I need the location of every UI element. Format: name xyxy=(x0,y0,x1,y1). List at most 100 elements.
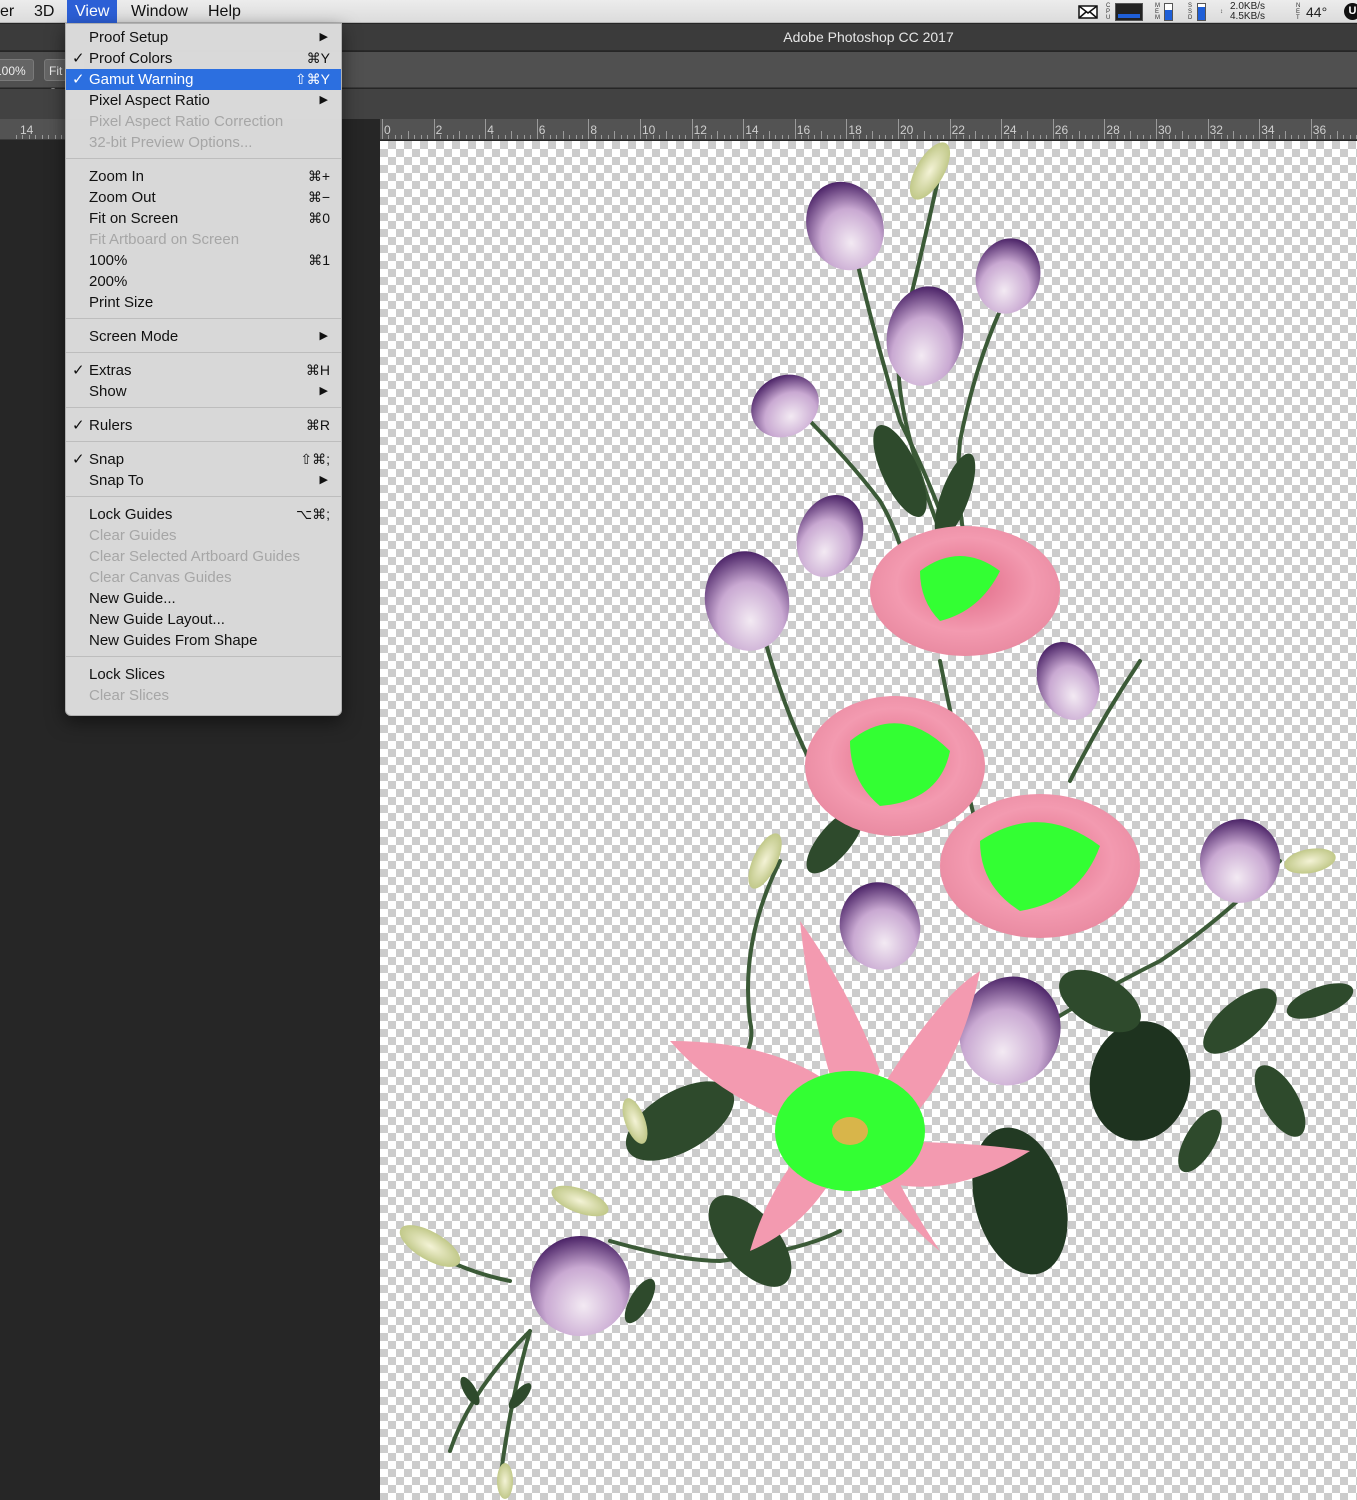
ruler-minor-tick xyxy=(1027,131,1028,139)
cpu-monitor[interactable]: CPU xyxy=(1106,0,1143,23)
menu-item-show[interactable]: Show ▶ xyxy=(66,381,341,402)
submenu-arrow-icon: ▶ xyxy=(319,330,328,342)
menu-3d[interactable]: 3D xyxy=(26,0,62,23)
ruler-major-tick xyxy=(1104,119,1106,139)
menu-item-clear-selected-artboard-guides: Clear Selected Artboard Guides xyxy=(66,546,341,567)
menu-layer-partial[interactable]: er xyxy=(0,0,22,23)
menu-item-label: Clear Selected Artboard Guides xyxy=(89,548,300,565)
ruler-minor-tick xyxy=(1343,135,1345,139)
menu-window[interactable]: Window xyxy=(123,0,196,23)
ruler-minor-tick xyxy=(407,131,409,139)
submenu-arrow-icon: ▶ xyxy=(319,474,328,486)
menu-item-extras[interactable]: ✓ Extras ⌘H xyxy=(66,360,341,381)
menu-item-lock-guides[interactable]: Lock Guides ⌥⌘; xyxy=(66,504,341,525)
ruler-minor-tick xyxy=(1336,131,1338,139)
ruler-minor-tick xyxy=(1272,135,1274,139)
submenu-arrow-icon: ▶ xyxy=(319,385,328,397)
ruler-minor-tick xyxy=(723,135,725,139)
ruler-minor-tick xyxy=(1317,135,1319,139)
memory-monitor[interactable]: MEM xyxy=(1155,0,1173,23)
ruler-minor-tick xyxy=(1278,135,1280,139)
ruler-major-tick xyxy=(1001,119,1003,139)
ruler-major-tick xyxy=(1052,119,1054,139)
ruler-minor-tick xyxy=(1007,135,1009,139)
ruler-minor-tick xyxy=(762,135,764,139)
ruler-minor-tick xyxy=(968,135,970,139)
ssd-label: SSD xyxy=(1188,2,1193,21)
menu-item-200[interactable]: 200% xyxy=(66,271,341,292)
horizontal-ruler[interactable]: 0 2 4 6 8 10 12 14 16 18 20 22 24 26 28 30 32 34 36 xyxy=(380,119,1357,140)
ruler-minor-tick xyxy=(41,135,43,139)
ruler-minor-tick xyxy=(511,131,512,139)
menu-item-snap-to[interactable]: Snap To ▶ xyxy=(66,470,341,491)
menu-item-zoom-in[interactable]: Zoom In ⌘+ xyxy=(66,166,341,187)
menu-item-zoom-out[interactable]: Zoom Out ⌘− xyxy=(66,187,341,208)
ruler-major-tick xyxy=(1207,119,1209,139)
menu-item-new-guide[interactable]: New Guide... xyxy=(66,588,341,609)
menu-item-label: Pixel Aspect Ratio Correction xyxy=(89,113,284,130)
menu-item-100[interactable]: 100% ⌘1 xyxy=(66,250,341,271)
horizontal-ruler-left[interactable]: 14 xyxy=(0,119,66,140)
menu-item-proof-colors[interactable]: ✓ Proof Colors ⌘Y xyxy=(66,48,341,69)
menu-item-new-guide-layout[interactable]: New Guide Layout... xyxy=(66,609,341,630)
ruler-minor-tick xyxy=(1246,135,1248,139)
ruler-minor-tick xyxy=(1162,135,1164,139)
menu-item-fit-on-screen[interactable]: Fit on Screen ⌘0 xyxy=(66,208,341,229)
disk-monitor[interactable]: SSD xyxy=(1188,0,1206,23)
network-monitor[interactable]: ↕ 2.0KB/s 4.5KB/s xyxy=(1220,0,1265,23)
ruler-major-tick xyxy=(1156,119,1157,139)
ruler-minor-tick xyxy=(975,131,977,139)
document-canvas[interactable] xyxy=(380,141,1357,1500)
menu-item-shortcut: ⌘0 xyxy=(308,210,330,226)
menu-item-rulers[interactable]: ✓ Rulers ⌘R xyxy=(66,415,341,436)
ruler-minor-tick xyxy=(1233,131,1235,139)
menu-item-label: Lock Slices xyxy=(89,666,165,683)
menu-item-label: Fit Artboard on Screen xyxy=(89,231,240,248)
ruler-minor-tick xyxy=(1168,135,1170,139)
menu-item-proof-setup[interactable]: Proof Setup ▶ xyxy=(66,27,341,48)
ruler-minor-tick xyxy=(1078,131,1080,139)
menu-help[interactable]: Help xyxy=(200,0,249,23)
ruler-minor-tick xyxy=(504,135,506,139)
menu-item-gamut-warning[interactable]: ✓ Gamut Warning ⇧⌘Y xyxy=(66,69,341,90)
temperature-monitor[interactable]: NET 44° xyxy=(1296,0,1327,23)
mail-icon[interactable] xyxy=(1078,0,1100,23)
ruler-minor-tick xyxy=(659,135,661,139)
menu-item-shortcut: ⌘Y xyxy=(306,50,330,66)
ruler-minor-tick xyxy=(788,135,790,139)
ruler-minor-tick xyxy=(440,135,442,139)
menu-separator xyxy=(66,158,341,160)
menu-item-screen-mode[interactable]: Screen Mode ▶ xyxy=(66,326,341,347)
menu-item-snap[interactable]: ✓ Snap ⇧⌘; xyxy=(66,449,341,470)
menu-item-pixel-aspect-ratio[interactable]: Pixel Aspect Ratio ▶ xyxy=(66,90,341,111)
ruler-minor-tick xyxy=(820,131,822,139)
ruler-minor-tick xyxy=(594,135,596,139)
ruler-minor-tick xyxy=(801,135,803,139)
menu-item-clear-slices: Clear Slices xyxy=(66,685,341,706)
ruler-minor-tick xyxy=(1214,135,1216,139)
menu-item-label: Proof Colors xyxy=(89,50,173,67)
ruler-major-tick xyxy=(433,119,435,139)
menu-item-label: Extras xyxy=(89,362,132,379)
menu-item-new-guides-from-shape[interactable]: New Guides From Shape xyxy=(66,630,341,651)
ruler-minor-tick xyxy=(446,135,448,139)
ruler-minor-tick xyxy=(1033,135,1035,139)
menu-item-label: Clear Guides xyxy=(89,527,177,544)
ruler-minor-tick xyxy=(936,135,938,139)
ruler-label: 2 xyxy=(435,123,443,137)
ruler-minor-tick xyxy=(665,131,667,139)
ruler-minor-tick xyxy=(1194,135,1196,139)
ruler-minor-tick xyxy=(962,135,964,139)
status-app-icon[interactable]: U xyxy=(1344,3,1357,20)
checkmark-icon: ✓ xyxy=(72,417,85,434)
menu-item-label: 200% xyxy=(89,273,128,290)
ruler-minor-tick xyxy=(472,135,474,139)
ruler-major-tick xyxy=(1310,119,1312,139)
menu-view[interactable]: View xyxy=(67,0,118,23)
ruler-major-tick xyxy=(949,119,951,139)
menu-item-label: Clear Canvas Guides xyxy=(89,569,232,586)
ruler-major-tick xyxy=(846,119,848,139)
menu-item-print-size[interactable]: Print Size xyxy=(66,292,341,313)
zoom-percent-button[interactable]: 100% xyxy=(0,59,34,81)
menu-item-lock-slices[interactable]: Lock Slices xyxy=(66,664,341,685)
